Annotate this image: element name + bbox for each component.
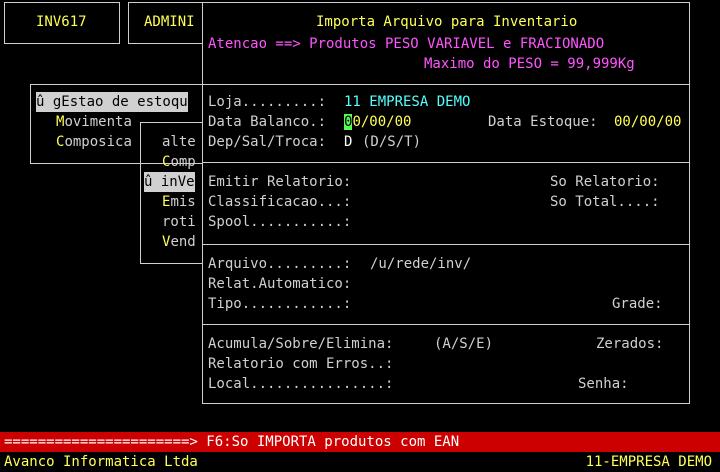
acumula-label: Acumula/Sobre/Elimina: [208, 336, 394, 352]
footer-bar: Avanco Informatica Ltda 11-EMPRESA DEMO [0, 452, 720, 472]
classificacao-label: Classificacao...: [208, 194, 352, 210]
zerados-label: Zerados: [596, 336, 664, 352]
menu-item-gestao-estoque[interactable]: û gEstao de estoqu [36, 92, 188, 112]
emitir-relatorio-label: Emitir Relatorio: [208, 174, 352, 190]
loja-label: Loja.........: [208, 94, 327, 110]
menu-item-movimenta[interactable]: Movimenta [56, 112, 132, 132]
submenu-item-label: omp [170, 154, 196, 170]
grade-label: Grade: [612, 296, 663, 312]
footer-store: 11-EMPRESA DEMO [585, 454, 712, 470]
divider [202, 84, 690, 85]
senha-label: Senha: [578, 376, 629, 392]
so-relatorio-label: So Relatorio: [550, 174, 660, 190]
footer-company: Avanco Informatica Ltda [4, 454, 198, 470]
submenu-item-label: end [170, 234, 196, 250]
data-balanco-input[interactable]: 00/00/00 [344, 112, 411, 132]
dep-label: Dep/Sal/Troca: [208, 134, 327, 150]
submenu-item-roti[interactable]: roti [162, 212, 196, 232]
dep-hint: (D/S/T) [362, 134, 422, 150]
acumula-hint: (A/S/E) [434, 336, 494, 352]
tab-admini[interactable]: ADMINI [144, 12, 195, 32]
submenu-item-label: mis [170, 194, 196, 210]
so-total-label: So Total....: [550, 194, 660, 210]
submenu-item-alte[interactable]: alte [162, 132, 196, 152]
submenu-item-inventario[interactable]: û inVe [144, 172, 195, 192]
menu-item-composicao[interactable]: Composica [56, 132, 132, 152]
relatorio-erros-label: Relatorio com Erros..: [208, 356, 394, 372]
local-label: Local................: [208, 376, 394, 392]
menu-item-label: omposica [64, 134, 132, 150]
max-weight-text: Maximo do PESO = 99,999Kg [424, 56, 635, 72]
relat-automatico-label: Relat.Automatico: [208, 276, 352, 292]
warning-text: Atencao ==> Produtos PESO VARIAVEL e FRA… [208, 36, 605, 52]
submenu-item-vend[interactable]: Vend [162, 232, 196, 252]
tipo-label: Tipo............: [208, 296, 352, 312]
status-text: ======================> F6:So IMPORTA pr… [4, 434, 460, 450]
data-balanco-label: Data Balanco.: [208, 114, 327, 130]
data-estoque-label: Data Estoque: [488, 114, 598, 130]
dialog-title: Importa Arquivo para Inventario [316, 14, 578, 30]
submenu-item-comp[interactable]: Comp [162, 152, 196, 172]
tab-inv617[interactable]: INV617 [36, 12, 87, 32]
menu-item-label: ovimenta [64, 114, 132, 130]
spool-label: Spool...........: [208, 214, 352, 230]
divider [202, 244, 690, 245]
submenu-item-emis[interactable]: Emis [162, 192, 196, 212]
divider [202, 324, 690, 325]
data-balanco-value: 0/00/00 [352, 114, 412, 130]
data-estoque-value[interactable]: 00/00/00 [614, 112, 681, 132]
divider [202, 162, 690, 163]
loja-value[interactable]: 11 EMPRESA DEMO [344, 92, 470, 112]
arquivo-label: Arquivo.........: [208, 256, 352, 272]
status-bar: ======================> F6:So IMPORTA pr… [0, 432, 720, 452]
arquivo-value[interactable]: /u/rede/inv/ [370, 254, 471, 274]
dep-value[interactable]: D [344, 132, 352, 152]
